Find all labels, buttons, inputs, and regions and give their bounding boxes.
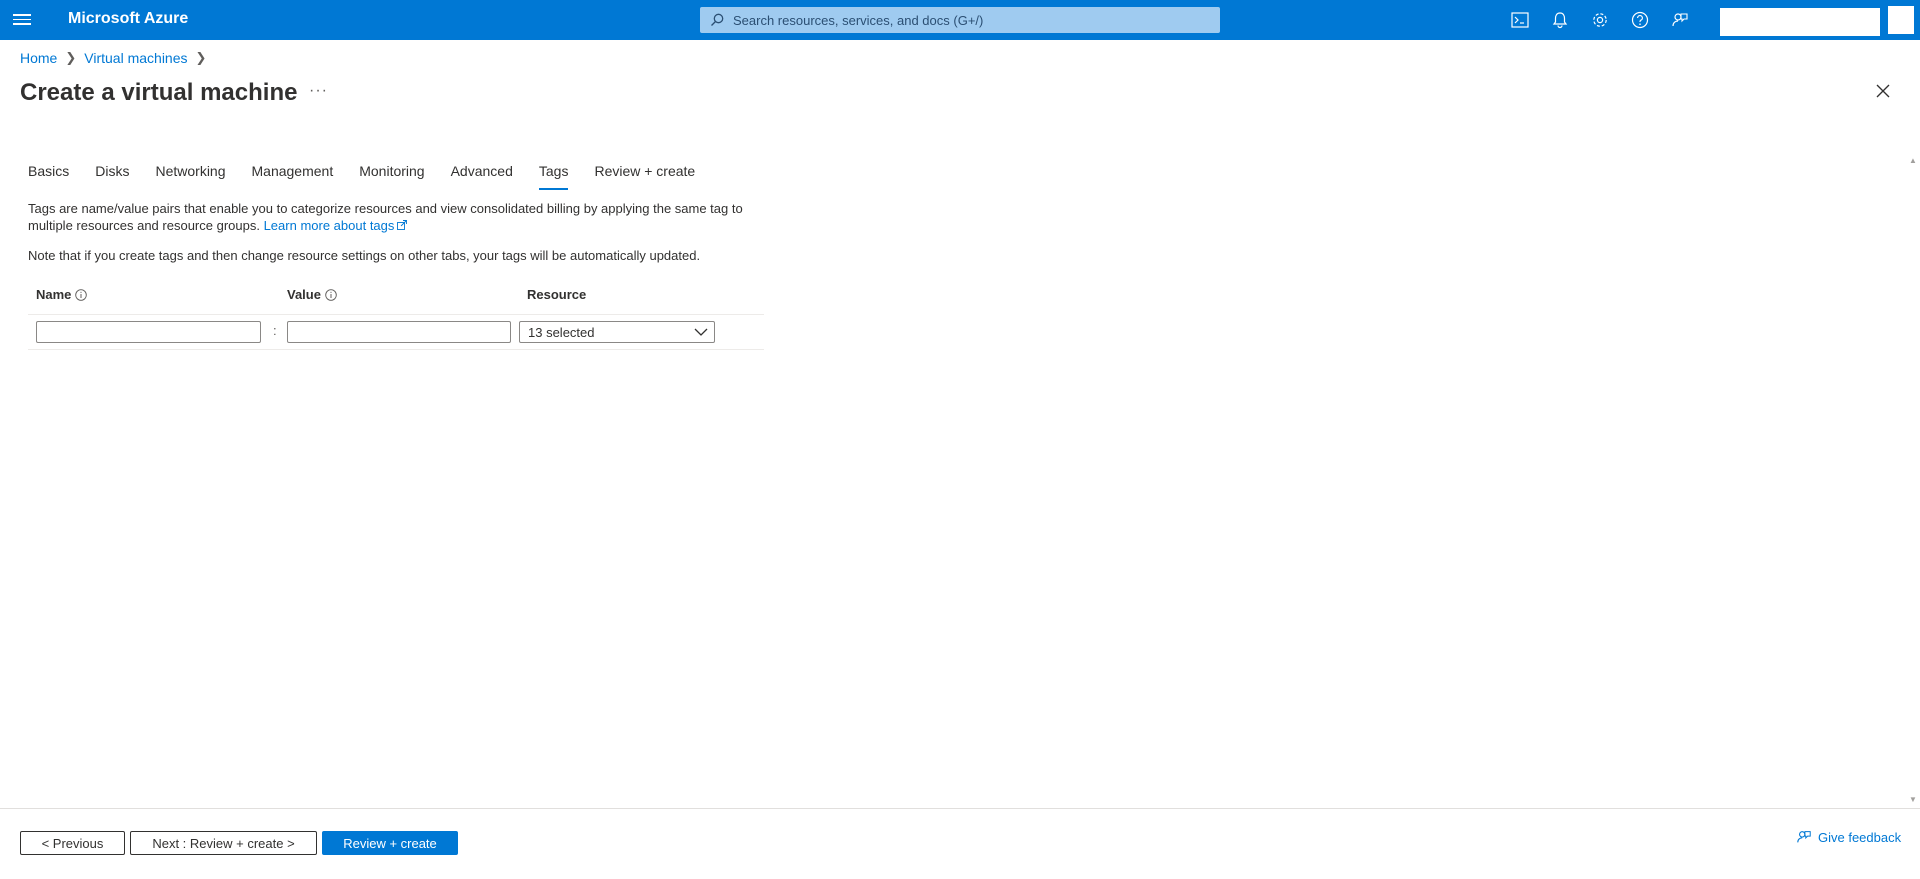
account-name-box[interactable] bbox=[1720, 8, 1880, 36]
name-value-separator: : bbox=[273, 323, 277, 338]
scroll-down-icon[interactable]: ▼ bbox=[1909, 795, 1917, 804]
resource-selected-value: 13 selected bbox=[528, 324, 595, 340]
chevron-right-icon: ❯ bbox=[65, 50, 77, 65]
name-header-label: Name bbox=[36, 287, 72, 302]
name-header: Name bbox=[36, 287, 88, 302]
tab-review-create[interactable]: Review + create bbox=[594, 160, 695, 190]
scrollbar[interactable]: ▲ ▼ bbox=[1906, 152, 1920, 808]
notifications-icon[interactable] bbox=[1540, 0, 1580, 40]
hamburger-menu-icon[interactable] bbox=[13, 11, 31, 29]
tab-advanced[interactable]: Advanced bbox=[451, 160, 513, 190]
next-button[interactable]: Next : Review + create > bbox=[130, 831, 317, 855]
tags-note: Note that if you create tags and then ch… bbox=[28, 248, 701, 263]
value-header-label: Value bbox=[287, 287, 321, 302]
breadcrumb-home[interactable]: Home bbox=[20, 50, 57, 66]
footer: < Previous Next : Review + create > Revi… bbox=[0, 808, 1920, 879]
give-feedback-label: Give feedback bbox=[1818, 829, 1902, 845]
help-icon[interactable] bbox=[1620, 0, 1660, 40]
top-bar: Microsoft Azure Search resources, servic… bbox=[0, 0, 1920, 40]
previous-button[interactable]: < Previous bbox=[20, 831, 125, 855]
resource-header: Resource bbox=[527, 287, 586, 302]
grid-header: Name Value Resource bbox=[28, 282, 764, 315]
avatar[interactable] bbox=[1888, 6, 1914, 34]
search-box[interactable]: Search resources, services, and docs (G+… bbox=[700, 7, 1220, 33]
info-icon[interactable] bbox=[325, 288, 337, 301]
close-icon[interactable] bbox=[1874, 82, 1892, 100]
breadcrumb-virtual-machines[interactable]: Virtual machines bbox=[84, 50, 187, 66]
tab-disks[interactable]: Disks bbox=[95, 160, 129, 190]
feedback-person-icon bbox=[1797, 831, 1811, 843]
review-create-button[interactable]: Review + create bbox=[322, 831, 458, 855]
value-header: Value bbox=[287, 287, 337, 302]
chevron-down-icon bbox=[694, 328, 708, 336]
tag-value-input[interactable] bbox=[287, 321, 511, 343]
resource-dropdown[interactable]: 13 selected bbox=[519, 321, 715, 343]
tab-networking[interactable]: Networking bbox=[155, 160, 225, 190]
tab-tags[interactable]: Tags bbox=[538, 160, 568, 190]
tab-basics[interactable]: Basics bbox=[28, 160, 69, 190]
tag-name-input[interactable] bbox=[36, 321, 261, 343]
breadcrumb: Home ❯ Virtual machines ❯ bbox=[20, 50, 214, 66]
brand-title[interactable]: Microsoft Azure bbox=[68, 10, 188, 28]
cloud-shell-icon[interactable] bbox=[1500, 0, 1540, 40]
tab-monitoring[interactable]: Monitoring bbox=[359, 160, 424, 190]
tab-management[interactable]: Management bbox=[252, 160, 334, 190]
settings-icon[interactable] bbox=[1580, 0, 1620, 40]
tags-grid: Name Value Resource : 13 selected bbox=[28, 282, 764, 350]
external-link-icon bbox=[397, 220, 408, 230]
learn-more-label: Learn more about tags bbox=[263, 218, 395, 233]
search-input[interactable]: Search resources, services, and docs (G+… bbox=[733, 13, 983, 28]
page-title: Create a virtual machine bbox=[20, 79, 298, 106]
wizard-tabs: Basics Disks Networking Management Monit… bbox=[28, 160, 721, 190]
scroll-up-icon[interactable]: ▲ bbox=[1909, 156, 1917, 165]
learn-more-link[interactable]: Learn more about tags bbox=[264, 218, 408, 233]
info-icon[interactable] bbox=[75, 288, 88, 301]
table-row: : 13 selected bbox=[28, 315, 764, 350]
resource-header-label: Resource bbox=[527, 287, 587, 302]
give-feedback-link[interactable]: Give feedback bbox=[1796, 829, 1901, 845]
chevron-right-icon: ❯ bbox=[195, 50, 207, 65]
tags-description: Tags are name/value pairs that enable yo… bbox=[28, 200, 758, 234]
search-icon bbox=[711, 13, 724, 26]
more-options-button[interactable]: ··· bbox=[309, 82, 328, 100]
feedback-icon[interactable] bbox=[1660, 0, 1700, 40]
